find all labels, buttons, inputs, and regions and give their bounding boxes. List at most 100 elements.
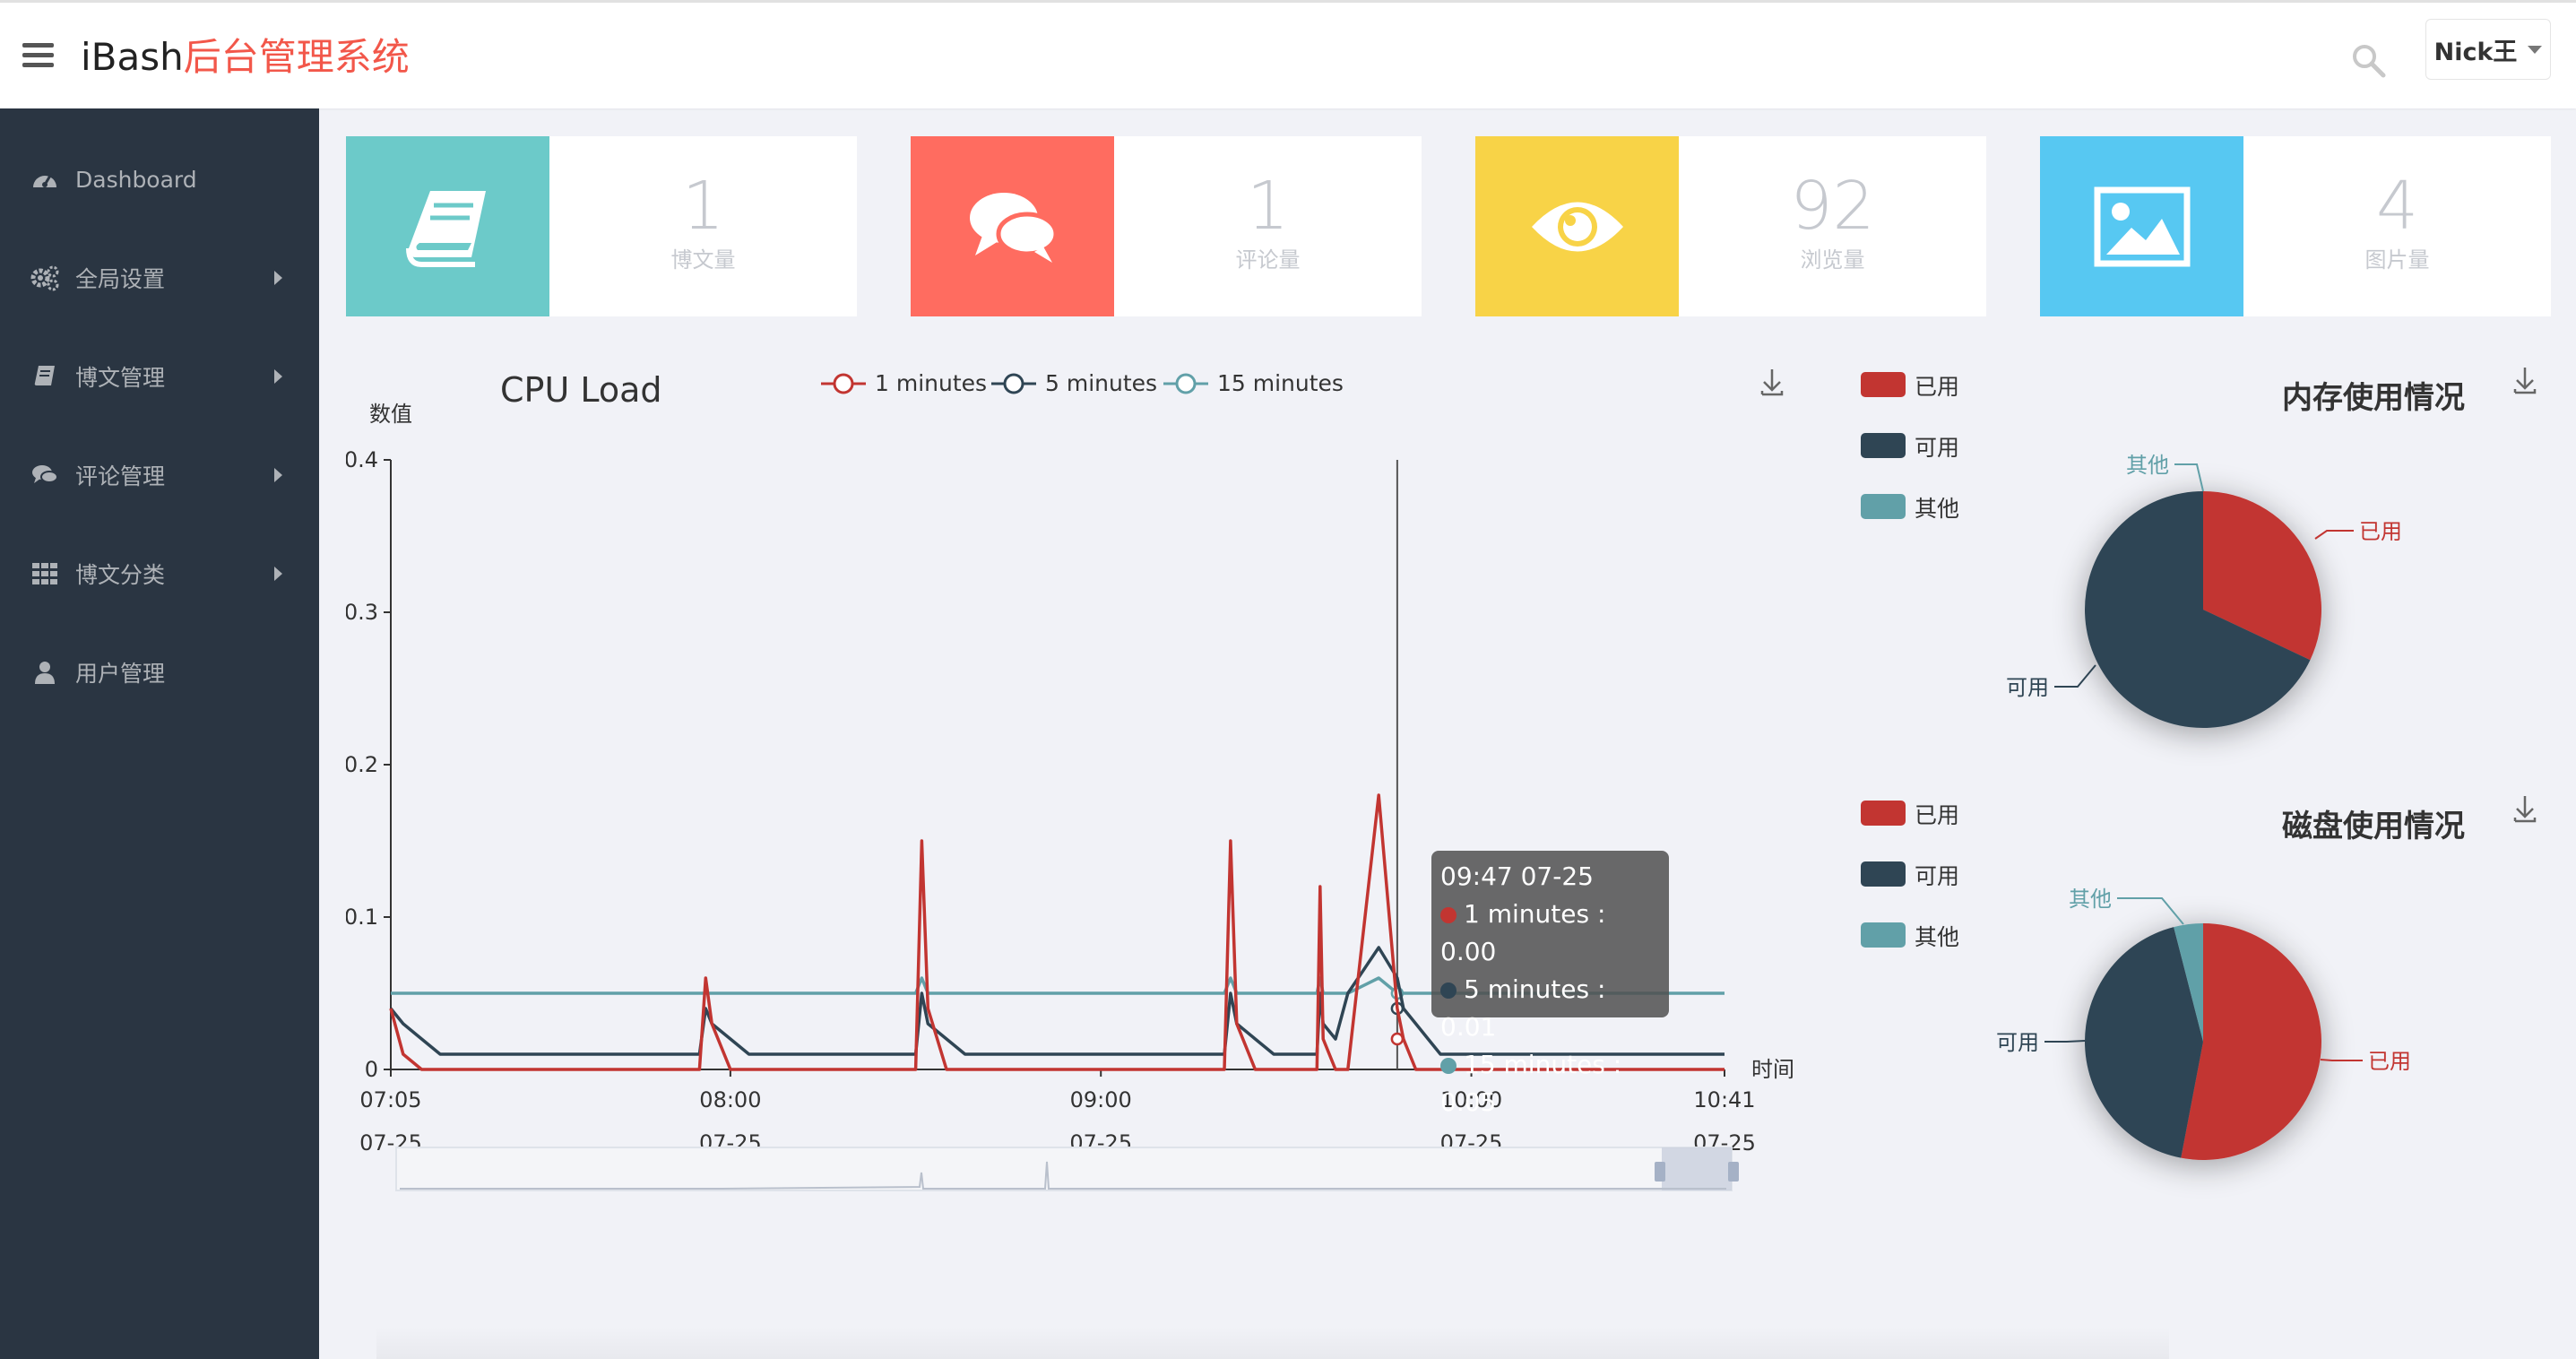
stat-card-images[interactable]: 4 图片量 [2040,136,2551,316]
legend-swatch-available[interactable] [1861,433,1906,458]
data-zoom-slider[interactable] [395,1147,1739,1191]
y-axis-label: 数值 [369,402,412,427]
pie-slice-已用[interactable] [2203,491,2321,661]
legend-label: 5 minutes [1045,370,1157,396]
sidebar-item-global-settings[interactable]: 全局设置 [0,242,319,314]
legend-item-15-minutes[interactable]: 15 minutes [1163,370,1344,396]
pie-label-line [2044,1040,2086,1043]
tooltip-header: 09:47 07-25 [1440,861,1594,891]
sidebar-item-post-categories[interactable]: 博文分类 [0,538,319,610]
sidebar: Dashboard 全局设置 博文管理 评论管理 博文分类 用户管理 [0,108,319,1359]
legend-label-other[interactable]: 其他 [1915,920,1959,952]
zoom-window[interactable] [1662,1147,1732,1190]
book-icon [30,362,59,391]
sidebar-item-label: 博文分类 [75,562,166,588]
footer-shadow [376,1327,2169,1359]
pie-slice-可用[interactable] [2085,927,2203,1158]
user-dropdown[interactable]: Nick王 [2425,19,2551,80]
comments-icon [911,136,1114,316]
x-tick-label: 08:00 [699,1087,761,1112]
zoom-handle-left[interactable] [1655,1162,1665,1182]
menu-toggle-icon[interactable] [22,43,54,68]
pie-label-line [2117,897,2184,925]
brand-prefix: iBash [81,35,184,79]
x-tick-label: 09:00 [1070,1087,1132,1112]
y-tick-label: 0.4 [346,447,378,472]
chevron-right-icon [274,567,282,581]
images-count: 4 [2375,168,2419,245]
comments-count: 1 [1246,168,1290,245]
legend-marker [1175,373,1197,394]
legend-swatch-available[interactable] [1861,861,1906,887]
pie-label: 其他 [2069,887,2112,912]
chevron-down-icon [2528,45,2543,54]
chevron-right-icon [274,468,282,482]
stat-card-views[interactable]: 92 浏览量 [1475,136,1986,316]
sidebar-item-label: 博文管理 [75,365,166,391]
brand-suffix: 后台管理系统 [183,35,410,79]
sidebar-item-dashboard[interactable]: Dashboard [0,143,319,215]
comments-label: 评论量 [1235,247,1301,273]
posts-label: 博文量 [670,247,736,273]
legend-label-used[interactable]: 已用 [1915,369,1959,402]
tooltip-row: 1 minutes : 0.00 [1440,896,1660,971]
pie-slice-已用[interactable] [2181,923,2321,1160]
x-tick-label: 07:05 [359,1087,421,1112]
legend-item-1-minutes[interactable]: 1 minutes [821,370,987,396]
picture-icon [2040,136,2243,316]
pie-label-line [2314,530,2354,540]
sidebar-item-comment-management[interactable]: 评论管理 [0,439,319,511]
legend-label-available[interactable]: 可用 [1915,859,1959,891]
series-dot [1440,1058,1457,1074]
comments-icon [30,461,59,489]
legend-swatch-other[interactable] [1861,494,1906,519]
y-tick-label: 0.3 [346,600,378,625]
posts-count: 1 [681,168,725,245]
legend-label-available[interactable]: 可用 [1915,430,1959,463]
y-tick-label: 0 [365,1057,378,1082]
sidebar-item-user-management[interactable]: 用户管理 [0,636,319,708]
download-icon[interactable] [2513,366,2540,396]
tooltip-row-text: 5 minutes : 0.01 [1440,974,1606,1042]
series-dot [1440,982,1457,999]
top-bar: iBash后台管理系统 Nick王 [0,0,2576,108]
search-icon[interactable] [2350,42,2388,80]
dashboard-icon [30,165,59,194]
views-label: 浏览量 [1800,247,1865,273]
gears-icon [30,264,59,292]
pie-label: 其他 [2126,453,2169,478]
pie-title: 内存使用情况 [2282,380,2465,416]
stat-card-posts[interactable]: 1 博文量 [346,136,857,316]
views-count: 92 [1790,168,1875,245]
stat-card-comments[interactable]: 1 评论量 [911,136,1422,316]
memory-pie-panel: 已用 可用 其他 内存使用情况 已用 可用 其他 [1843,350,2551,780]
pie-label: 可用 [1996,1030,2039,1055]
legend-marker [1003,373,1024,394]
sidebar-item-post-management[interactable]: 博文管理 [0,341,319,412]
legend-label-other[interactable]: 其他 [1915,491,1959,524]
legend-item-5-minutes[interactable]: 5 minutes [991,370,1157,396]
tooltip-row-text: 1 minutes : 0.00 [1440,899,1606,966]
zoom-handle-right[interactable] [1728,1162,1739,1182]
pie-slice-其他[interactable] [2174,923,2203,1042]
download-icon[interactable] [1760,369,1784,396]
sidebar-item-label: 评论管理 [75,463,166,489]
images-label: 图片量 [2364,247,2430,273]
user-name: Nick王 [2433,38,2518,66]
chevron-right-icon [274,369,282,384]
pie-title: 磁盘使用情况 [2282,809,2465,844]
app-title[interactable]: iBash后台管理系统 [81,33,410,82]
legend-marker [833,373,854,394]
chart-title: CPU Load [500,370,662,410]
pie-label-line [2174,463,2204,492]
x-axis-label: 时间 [1751,1057,1794,1082]
download-icon[interactable] [2513,794,2540,825]
chart-tooltip: 09:47 07-25 1 minutes : 0.00 5 minutes :… [1431,851,1669,1117]
tooltip-row: 15 minutes : 0.05 [1440,1046,1660,1121]
legend-swatch-other[interactable] [1861,922,1906,948]
pie-slice-可用[interactable] [2085,491,2311,728]
legend-swatch-used[interactable] [1861,801,1906,826]
legend-label-used[interactable]: 已用 [1915,798,1959,830]
legend-swatch-used[interactable] [1861,372,1906,397]
pie-label: 已用 [2359,519,2402,544]
